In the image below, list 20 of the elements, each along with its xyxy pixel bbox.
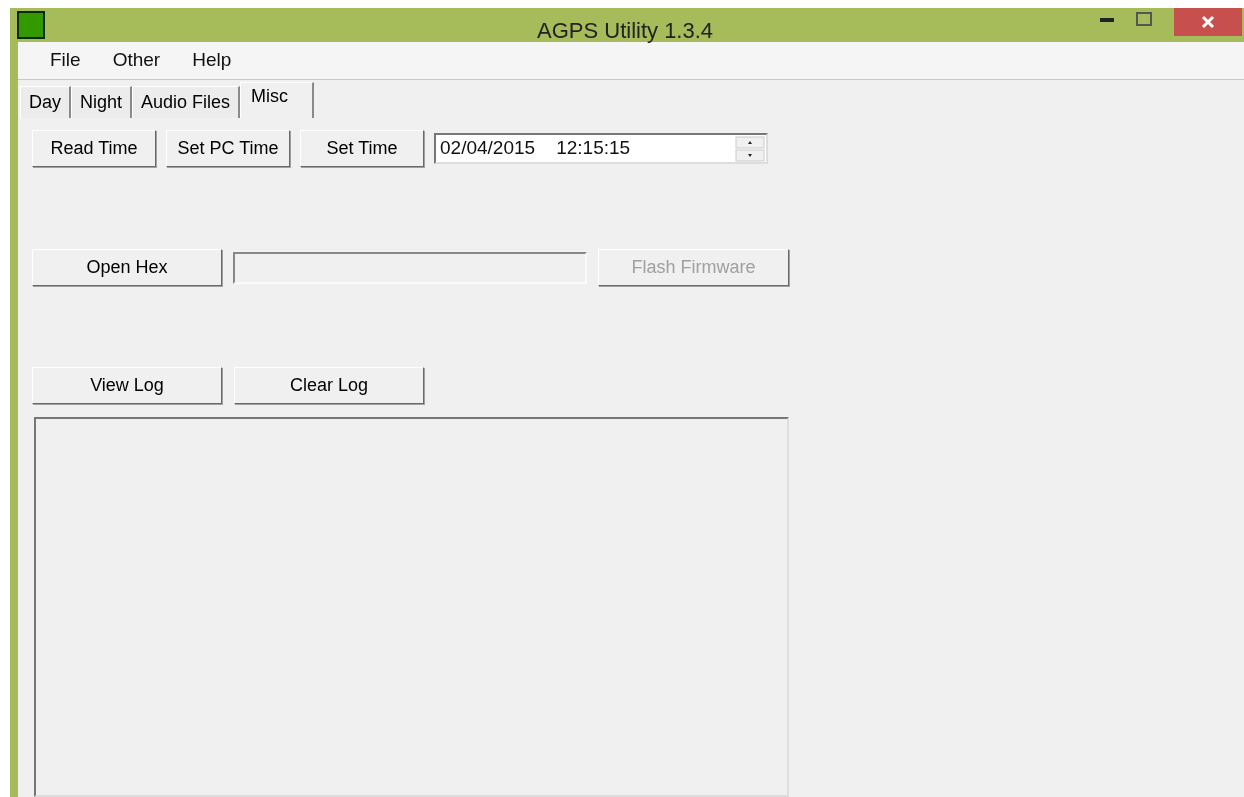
button[interactable]: View Log [32, 367, 222, 404]
window-title: AGPS Utility 1.3.4 [537, 17, 714, 45]
menu-item[interactable]: Other [98, 46, 175, 75]
tab[interactable]: Day [20, 86, 71, 118]
button[interactable]: Clear Log [234, 367, 424, 404]
tab[interactable]: Misc [240, 82, 315, 118]
file-path-field[interactable] [233, 251, 587, 284]
menu-item[interactable]: Help [178, 46, 246, 75]
date-time-field[interactable]: 02/04/2015 12:15:15 [434, 133, 768, 164]
menu-item[interactable]: File [36, 46, 95, 75]
close-button[interactable] [1174, 8, 1242, 36]
button[interactable]: Read Time [32, 130, 156, 167]
close-icon [1201, 15, 1215, 29]
app-icon [17, 11, 45, 39]
tab[interactable]: Audio Files [132, 86, 241, 118]
button[interactable]: Open Hex [32, 249, 222, 286]
tab[interactable]: Night [71, 86, 133, 118]
button[interactable]: Set PC Time [166, 130, 290, 167]
button[interactable]: Set Time [300, 130, 424, 167]
maximize-icon[interactable] [1136, 12, 1152, 26]
